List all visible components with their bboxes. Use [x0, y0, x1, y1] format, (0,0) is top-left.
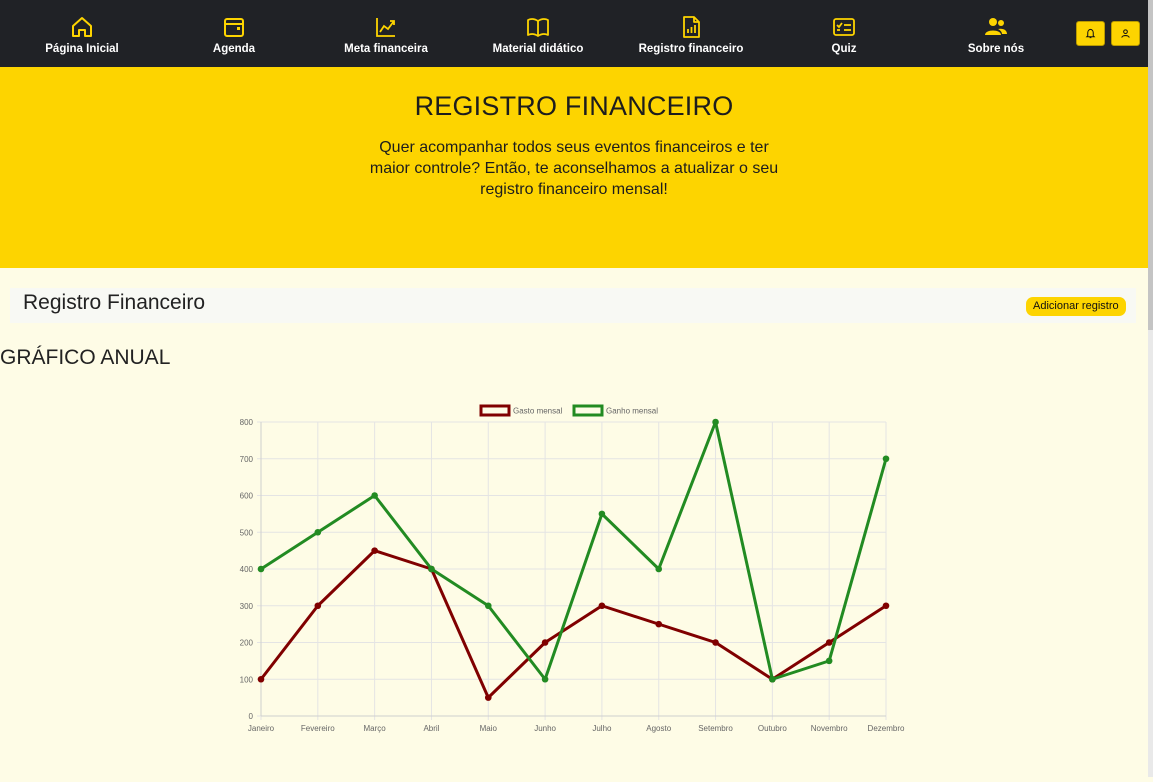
x-tick-label: Abril	[423, 724, 439, 733]
x-tick-label: Junho	[534, 724, 556, 733]
x-tick-label: Janeiro	[248, 724, 275, 733]
y-tick-label: 0	[249, 712, 254, 721]
annual-line-chart: 0 100 200 300 400 500 600 700 800 Janeiro Fevereir…	[240, 404, 905, 733]
x-tick-label: Agosto	[646, 724, 671, 733]
x-tick-label: Maio	[480, 724, 498, 733]
y-tick-label: 500	[240, 528, 254, 537]
data-point	[598, 602, 606, 610]
x-tick-label: Outubro	[758, 724, 787, 733]
data-point	[484, 602, 492, 610]
data-point	[428, 565, 435, 573]
data-point	[257, 565, 265, 573]
data-point	[598, 510, 606, 518]
legend-swatch	[479, 404, 511, 417]
data-point	[484, 694, 492, 701]
data-point	[769, 675, 776, 683]
x-tick-label: Julho	[592, 724, 612, 733]
y-tick-label: 800	[240, 418, 254, 427]
data-point	[541, 675, 549, 683]
y-tick-label: 200	[240, 639, 254, 648]
x-tick-label: Novembro	[811, 724, 848, 733]
legend-label: Gasto mensal	[513, 407, 563, 416]
data-point	[825, 639, 833, 646]
y-tick-label: 300	[240, 602, 254, 611]
x-tick-label: Setembro	[698, 724, 733, 733]
y-tick-label: 700	[240, 455, 254, 464]
y-tick-label: 400	[240, 565, 254, 574]
data-point	[712, 639, 719, 646]
data-point	[655, 565, 663, 573]
data-point	[882, 602, 890, 610]
data-point	[825, 657, 833, 665]
data-point	[541, 639, 549, 646]
x-tick-label: Fevereiro	[301, 724, 335, 733]
data-point	[712, 418, 719, 426]
annual-chart-container: 0 100 200 300 400 500 600 700 800 Janeiro Fevereir…	[0, 0, 1148, 777]
y-tick-label: 600	[240, 492, 254, 501]
scrollbar-thumb[interactable]	[1148, 0, 1153, 330]
series-line	[260, 420, 888, 681]
legend-swatch	[572, 404, 604, 417]
y-tick-label: 100	[240, 675, 254, 684]
x-tick-label: Dezembro	[868, 724, 905, 733]
data-point	[655, 620, 663, 628]
data-point	[314, 528, 322, 536]
data-point	[314, 602, 322, 610]
data-point	[371, 492, 378, 499]
data-point	[257, 675, 265, 683]
x-tick-label: Março	[364, 724, 387, 733]
data-point	[371, 547, 378, 554]
series-line	[259, 549, 887, 700]
data-point	[882, 455, 890, 463]
legend-label: Ganho mensal	[606, 407, 658, 416]
